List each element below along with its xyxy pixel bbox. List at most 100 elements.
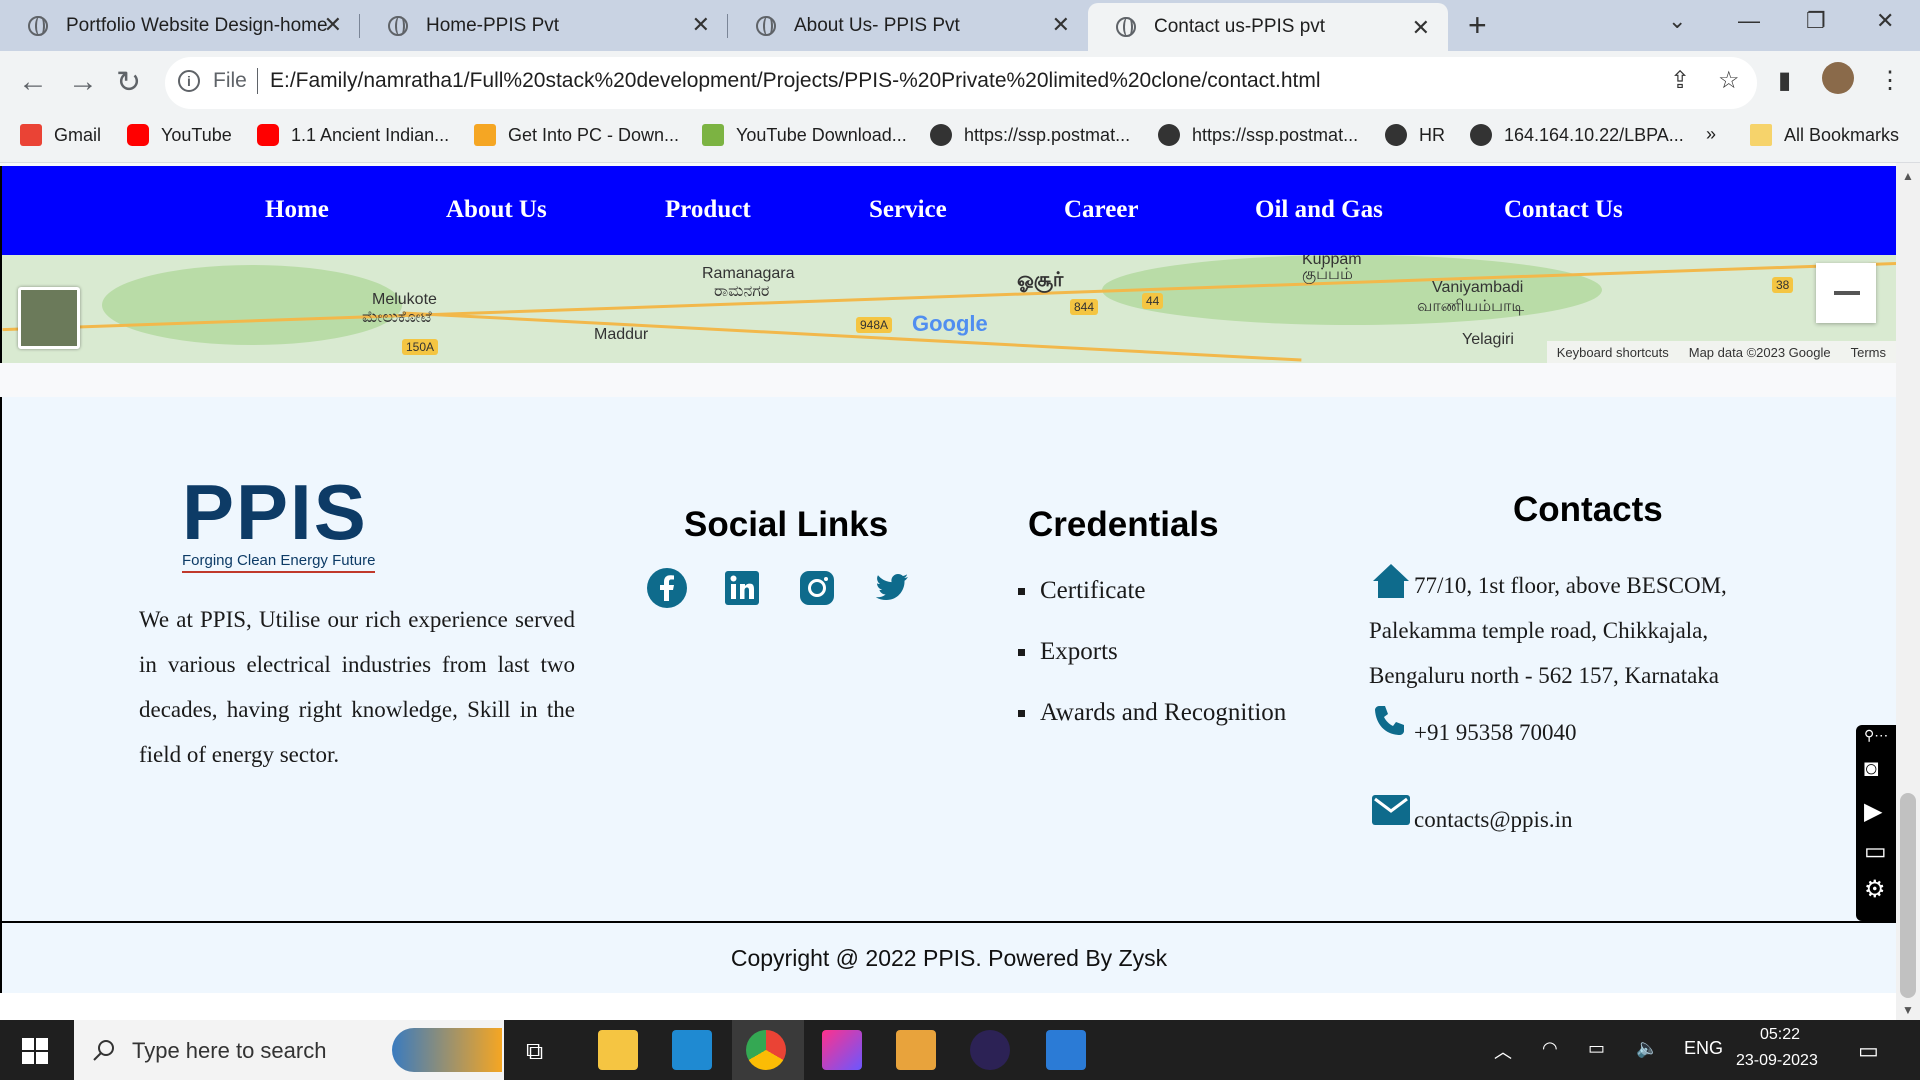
nav-oil-and-gas[interactable]: Oil and Gas [1255,196,1383,224]
youtube-icon [127,124,149,146]
intellij-icon[interactable] [822,1030,862,1070]
eclipse-icon[interactable] [970,1030,1010,1070]
tab-about[interactable]: About Us- PPIS Pvt ✕ [728,0,1088,51]
credential-awards[interactable]: Awards and Recognition [1018,699,1286,727]
close-icon[interactable]: ✕ [692,12,710,38]
bookmark-postmat-2[interactable]: https://ssp.postmat... [1158,124,1358,146]
terms-link[interactable]: Terms [1841,345,1896,360]
star-icon[interactable]: ☆ [1718,66,1740,95]
nav-service[interactable]: Service [869,196,947,224]
minimize-button[interactable]: — [1738,8,1760,34]
bookmark-getintopc[interactable]: Get Into PC - Down... [474,124,679,146]
new-tab-button[interactable]: + [1468,7,1487,44]
nav-contact-us[interactable]: Contact Us [1504,196,1623,224]
info-icon[interactable]: i [178,70,200,92]
tab-search-icon[interactable]: ⌄ [1668,8,1686,34]
getintopc-icon [474,124,496,146]
clock-time[interactable]: 05:22 [1760,1026,1800,1044]
windows-start-icon[interactable] [22,1038,48,1064]
instagram-icon[interactable] [796,567,838,609]
pin-icon[interactable]: ⚲⋯ [1864,727,1888,744]
avatar[interactable] [1822,62,1854,94]
scrollbar-thumb[interactable] [1900,793,1916,998]
tab-contact[interactable]: Contact us-PPIS pvt ✕ [1088,3,1448,51]
tray-chevron-icon[interactable]: ︿ [1494,1038,1512,1064]
bookmark-label: Gmail [54,124,102,145]
credential-exports[interactable]: Exports [1018,638,1118,666]
language-indicator[interactable]: ENG [1684,1038,1723,1059]
window-icon[interactable]: ▭ [1864,837,1887,866]
page-bottom [0,993,1896,1020]
address-line: Bengaluru north - 562 157, Karnataka [1369,663,1720,688]
email-link[interactable]: contacts@ppis.in [1414,807,1573,833]
network-icon[interactable]: ◠ [1542,1038,1558,1059]
restore-button[interactable]: ❐ [1806,8,1826,34]
notification-icon[interactable]: ▭ [1858,1038,1879,1064]
all-bookmarks[interactable]: All Bookmarks [1750,124,1899,146]
globe-icon [1470,124,1492,146]
map-zoom-out-button[interactable] [1816,263,1876,323]
reload-icon[interactable]: ↻ [116,65,141,100]
close-icon[interactable]: ✕ [324,12,342,38]
bookmark-ytdownload[interactable]: YouTube Download... [702,124,907,146]
side-panel-icon[interactable]: ▮ [1778,66,1791,95]
bookmarks-overflow-button[interactable]: » [1706,124,1716,145]
close-icon[interactable]: ✕ [1052,12,1070,38]
address-line: Palekamma temple road, Chikkajala, [1369,618,1709,643]
nav-product[interactable]: Product [665,196,751,224]
credential-label: Awards and Recognition [1040,699,1287,726]
close-window-button[interactable]: ✕ [1876,8,1894,34]
map-attribution: Keyboard shortcuts Map data ©2023 Google… [1546,341,1896,363]
volume-icon[interactable]: 🔈 [1636,1038,1658,1059]
linkedin-icon[interactable] [721,567,763,609]
task-view-icon[interactable]: ⧉ [526,1038,543,1066]
facebook-icon[interactable] [646,567,688,609]
vscode-icon[interactable] [672,1030,712,1070]
file-explorer-icon[interactable] [598,1030,638,1070]
forward-icon[interactable]: → [68,65,98,99]
globe-icon [756,15,776,36]
settings-icon[interactable]: ⚙ [1864,875,1886,904]
keyboard-shortcuts-link[interactable]: Keyboard shortcuts [1547,345,1679,360]
twitter-icon[interactable] [870,567,912,609]
map-label: ರಾಮನಗರ [714,283,770,300]
clock-date[interactable]: 23-09-2023 [1736,1052,1818,1070]
page-scrollbar[interactable]: ▲ ▼ [1896,163,1920,1020]
nav-home[interactable]: Home [265,196,329,224]
bookmark-postmat-1[interactable]: https://ssp.postmat... [930,124,1130,146]
search-highlight-icon[interactable] [392,1028,502,1072]
tab-portfolio[interactable]: Portfolio Website Design-home ✕ [0,0,360,51]
close-icon[interactable]: ✕ [1412,15,1430,41]
bookmark-gmail[interactable]: Gmail [20,124,101,146]
chrome-icon[interactable] [746,1030,786,1070]
highway-shield: 948A [856,317,893,333]
bookmark-youtube[interactable]: YouTube [127,124,232,146]
video-icon[interactable]: ▶ [1864,797,1882,826]
share-icon[interactable]: ⇪ [1670,66,1690,95]
contacts-heading: Contacts [1513,490,1663,529]
phone-text[interactable]: +91 95358 70040 [1414,720,1576,746]
map-satellite-toggle[interactable] [18,287,80,349]
url-text[interactable]: E:/Family/namratha1/Full%20stack%20devel… [270,69,1321,93]
scroll-up-icon[interactable]: ▲ [1902,169,1914,183]
nav-about-us[interactable]: About Us [446,196,547,224]
battery-icon[interactable]: ▭ [1588,1038,1605,1059]
bookmark-label: 164.164.10.22/LBPA... [1504,124,1684,145]
gmail-icon [20,124,42,146]
globe-icon [388,15,408,36]
scroll-down-icon[interactable]: ▼ [1902,1003,1914,1017]
bookmark-lbpa[interactable]: 164.164.10.22/LBPA... [1470,124,1684,146]
tab-home[interactable]: Home-PPIS Pvt ✕ [360,0,728,51]
google-map[interactable]: Melukote ಮೇಲುಕೋಟೆ Ramanagara ರಾಮನಗರ ஓசூர… [0,255,1896,363]
menu-icon[interactable]: ⋮ [1878,66,1902,95]
nav-career[interactable]: Career [1064,196,1139,224]
scheme-label: File [213,69,247,92]
back-icon[interactable]: ← [18,65,48,99]
credential-certificate[interactable]: Certificate [1018,577,1146,605]
camera-icon[interactable]: ◙ [1864,755,1879,783]
bookmark-hr[interactable]: HR [1385,124,1445,146]
windows-taskbar: Type here to search ⧉ ︿ ◠ ▭ 🔈 ENG 05:22 … [0,1020,1920,1080]
app-icon[interactable] [896,1030,936,1070]
photos-icon[interactable] [1046,1030,1086,1070]
bookmark-ancient[interactable]: 1.1 Ancient Indian... [257,124,449,146]
